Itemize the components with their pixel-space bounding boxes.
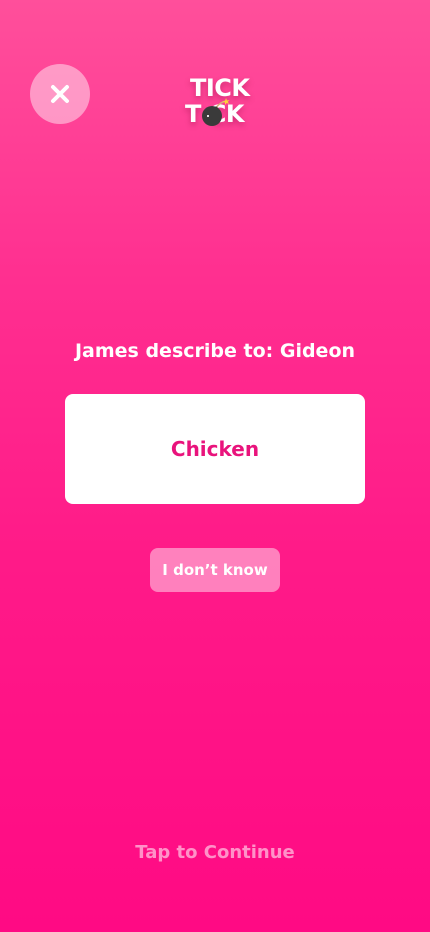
- logo-line-1: TICK: [190, 74, 250, 102]
- tap-to-continue[interactable]: Tap to Continue: [0, 842, 430, 863]
- word-card: Chicken: [65, 394, 365, 504]
- describe-prompt: James describe to: Gideon: [74, 340, 356, 362]
- close-button[interactable]: [30, 64, 90, 124]
- tick-tock-logo: TICK T CK: [180, 72, 266, 132]
- dont-know-button[interactable]: I don’t know: [150, 548, 280, 592]
- dont-know-label: I don’t know: [162, 561, 268, 579]
- game-screen: TICK T CK James describe to: Gideon Chic…: [0, 0, 430, 932]
- bomb-icon: [202, 98, 230, 126]
- target-word: Chicken: [170, 437, 260, 461]
- close-icon: [51, 85, 69, 103]
